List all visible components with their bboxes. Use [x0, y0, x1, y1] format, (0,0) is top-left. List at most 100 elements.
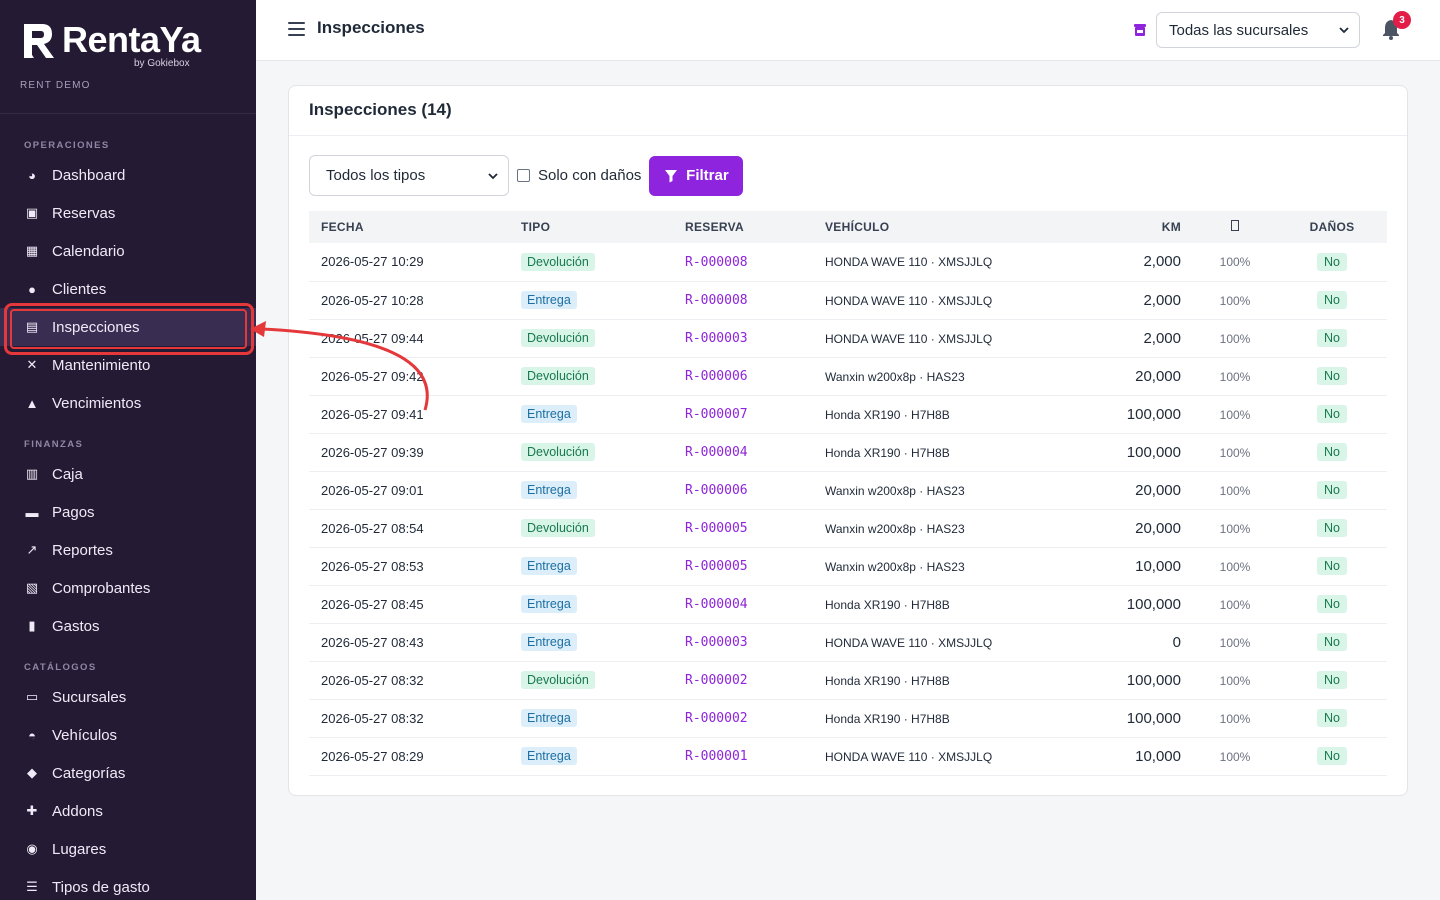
- sidebar-item-label: Comprobantes: [52, 579, 151, 597]
- danos-badge: No: [1317, 367, 1347, 385]
- table-row[interactable]: 2026-05-27 08:29 Entrega R-000001 HONDA WAV…: [309, 737, 1387, 776]
- receipt-icon: ▮: [28, 618, 36, 633]
- reserva-link[interactable]: R-000004: [685, 597, 748, 612]
- branch-select-value: Todas las sucursales: [1169, 21, 1309, 39]
- cell-km: 10,000: [1063, 547, 1193, 586]
- reserva-link[interactable]: R-000003: [685, 331, 748, 346]
- nav-section-1: FINANZAS ▥ Caja ▬ Pagos ↗ Reportes ▧ Comprobante…: [0, 435, 256, 645]
- fecha-text: 2026-05-27 09:41: [321, 406, 424, 422]
- table-row[interactable]: 2026-05-27 09:01 Entrega R-000006 Wanxin w2…: [309, 471, 1387, 510]
- damage-only-label[interactable]: Solo con daños: [538, 167, 641, 184]
- reserva-link[interactable]: R-000007: [685, 407, 748, 422]
- reserva-link[interactable]: R-000005: [685, 521, 748, 536]
- cell-fuel: 100%: [1193, 395, 1277, 434]
- sidebar-item-reportes[interactable]: ↗ Reportes: [0, 531, 256, 569]
- table-row[interactable]: 2026-05-27 09:42 Devolución R-000006 Wanxin…: [309, 357, 1387, 396]
- reserva-link[interactable]: R-000008: [685, 293, 748, 308]
- reserva-link[interactable]: R-000005: [685, 559, 748, 574]
- fuel-percent: 100%: [1219, 597, 1251, 612]
- col-danos[interactable]: DAÑOS: [1277, 211, 1387, 243]
- sidebar-item-tipos-de-gasto[interactable]: ☰ Tipos de gasto: [0, 868, 256, 900]
- fuel-percent: 100%: [1219, 407, 1251, 422]
- cell-vehiculo: Wanxin w200x8p · HAS23: [813, 357, 1063, 396]
- bell-icon: ▲: [25, 395, 39, 411]
- col-fecha[interactable]: FECHA: [309, 211, 509, 243]
- fecha-text: 2026-05-27 10:28: [321, 292, 424, 308]
- cell-fuel: 100%: [1193, 433, 1277, 472]
- col-tipo[interactable]: TIPO: [509, 211, 673, 243]
- sidebar-item-reservas[interactable]: ▣ Reservas: [0, 194, 256, 232]
- table-row[interactable]: 2026-05-27 08:53 Entrega R-000005 Wanxin w2…: [309, 547, 1387, 586]
- reserva-link[interactable]: R-000002: [685, 673, 748, 688]
- tools-icon: ✕: [26, 357, 38, 372]
- sidebar-item-pagos[interactable]: ▬ Pagos: [0, 493, 256, 531]
- col-vehiculo[interactable]: VEHÍCULO: [813, 211, 1063, 243]
- table-row[interactable]: 2026-05-27 10:28 Entrega R-000008 HONDA WAV…: [309, 281, 1387, 320]
- table-row[interactable]: 2026-05-27 08:54 Devolución R-000005 Wanxin…: [309, 509, 1387, 548]
- filter-button[interactable]: Filtrar: [649, 155, 744, 196]
- calendar-check-icon: ▣: [25, 205, 39, 220]
- col-reserva[interactable]: RESERVA: [673, 211, 813, 243]
- sidebar-item-gastos[interactable]: ▮ Gastos: [0, 607, 256, 645]
- sidebar-item-dashboard[interactable]: ◕ Dashboard: [0, 156, 256, 194]
- reserva-link[interactable]: R-000006: [685, 369, 748, 384]
- branch-select[interactable]: Todas las sucursales: [1156, 12, 1360, 48]
- table-row[interactable]: 2026-05-27 10:29 Devolución R-000008 HONDA …: [309, 243, 1387, 282]
- table-row[interactable]: 2026-05-27 09:39 Devolución R-000004 Honda …: [309, 433, 1387, 472]
- km-text: 10,000: [1135, 747, 1181, 765]
- sidebar-item-sucursales[interactable]: ▭ Sucursales: [0, 678, 256, 716]
- notifications-badge: 3: [1393, 11, 1411, 29]
- sidebar-item-veh-culos[interactable]: ◓ Vehículos: [0, 716, 256, 754]
- nav-section-title: FINANZAS: [24, 439, 84, 450]
- puzzle-icon: ✚: [26, 803, 38, 818]
- table-row[interactable]: 2026-05-27 09:41 Entrega R-000007 Honda XR1…: [309, 395, 1387, 434]
- cell-vehiculo: HONDA WAVE 110 · XMSJJLQ: [813, 319, 1063, 358]
- fecha-text: 2026-05-27 09:44: [321, 330, 424, 346]
- sidebar-item-lugares[interactable]: ◉ Lugares: [0, 830, 256, 868]
- table-row[interactable]: 2026-05-27 08:43 Entrega R-000003 HONDA WAV…: [309, 623, 1387, 662]
- brand: RentaYa by Gokiebox RENT DEMO: [0, 0, 256, 114]
- sidebar-item-label: Vehículos: [52, 726, 118, 744]
- cell-vehiculo: HONDA WAVE 110 · XMSJJLQ: [813, 243, 1063, 282]
- col-km[interactable]: KM: [1063, 211, 1193, 243]
- damage-only-checkbox[interactable]: [517, 169, 530, 182]
- cell-tipo: Devolución: [509, 357, 673, 396]
- cell-reserva: R-000004: [673, 433, 813, 472]
- sidebar-item-label: Mantenimiento: [52, 356, 151, 374]
- tenant-name: RENT DEMO: [20, 80, 91, 91]
- table-row[interactable]: 2026-05-27 08:32 Devolución R-000002 Honda …: [309, 661, 1387, 700]
- reserva-link[interactable]: R-000008: [685, 255, 748, 270]
- nav-section-title: OPERACIONES: [24, 140, 110, 151]
- cell-fuel: 100%: [1193, 623, 1277, 662]
- table-row[interactable]: 2026-05-27 08:45 Entrega R-000004 Honda XR1…: [309, 585, 1387, 624]
- table-row[interactable]: 2026-05-27 09:44 Devolución R-000003 HONDA …: [309, 319, 1387, 358]
- sidebar-item-vencimientos[interactable]: ▲ Vencimientos: [0, 384, 256, 422]
- vehiculo-text: Honda XR190 · H7H8B: [825, 673, 950, 688]
- danos-badge: No: [1317, 747, 1347, 765]
- sidebar-item-comprobantes[interactable]: ▧ Comprobantes: [0, 569, 256, 607]
- tipo-badge: Devolución: [521, 252, 595, 271]
- sidebar-item-calendario[interactable]: ▦ Calendario: [0, 232, 256, 270]
- danos-badge: No: [1317, 291, 1347, 309]
- sidebar-item-caja[interactable]: ▥ Caja: [0, 455, 256, 493]
- reserva-link[interactable]: R-000003: [685, 635, 748, 650]
- table-header-row: FECHA TIPO RESERVA VEHÍCULO KM DAÑOS: [309, 211, 1387, 243]
- reserva-link[interactable]: R-000002: [685, 711, 748, 726]
- reserva-link[interactable]: R-000001: [685, 749, 748, 764]
- sidebar-item-addons[interactable]: ✚ Addons: [0, 792, 256, 830]
- sidebar-item-categor-as[interactable]: ◆ Categorías: [0, 754, 256, 792]
- sidebar-item-label: Reportes: [52, 541, 113, 559]
- sidebar-item-label: Addons: [52, 802, 103, 820]
- reserva-link[interactable]: R-000004: [685, 445, 748, 460]
- cell-reserva: R-000002: [673, 661, 813, 700]
- fuel-percent: 100%: [1219, 445, 1251, 460]
- cell-fuel: 100%: [1193, 699, 1277, 738]
- reserva-link[interactable]: R-000006: [685, 483, 748, 498]
- fecha-text: 2026-05-27 08:29: [321, 748, 424, 764]
- type-filter-select[interactable]: Todos los tipos: [309, 155, 509, 196]
- col-fuel[interactable]: [1193, 211, 1277, 243]
- menu-toggle-icon[interactable]: [288, 22, 305, 36]
- cell-fecha: 2026-05-27 08:32: [309, 699, 509, 738]
- sidebar-item-label: Dashboard: [52, 166, 126, 184]
- table-row[interactable]: 2026-05-27 08:32 Entrega R-000002 Honda XR1…: [309, 699, 1387, 738]
